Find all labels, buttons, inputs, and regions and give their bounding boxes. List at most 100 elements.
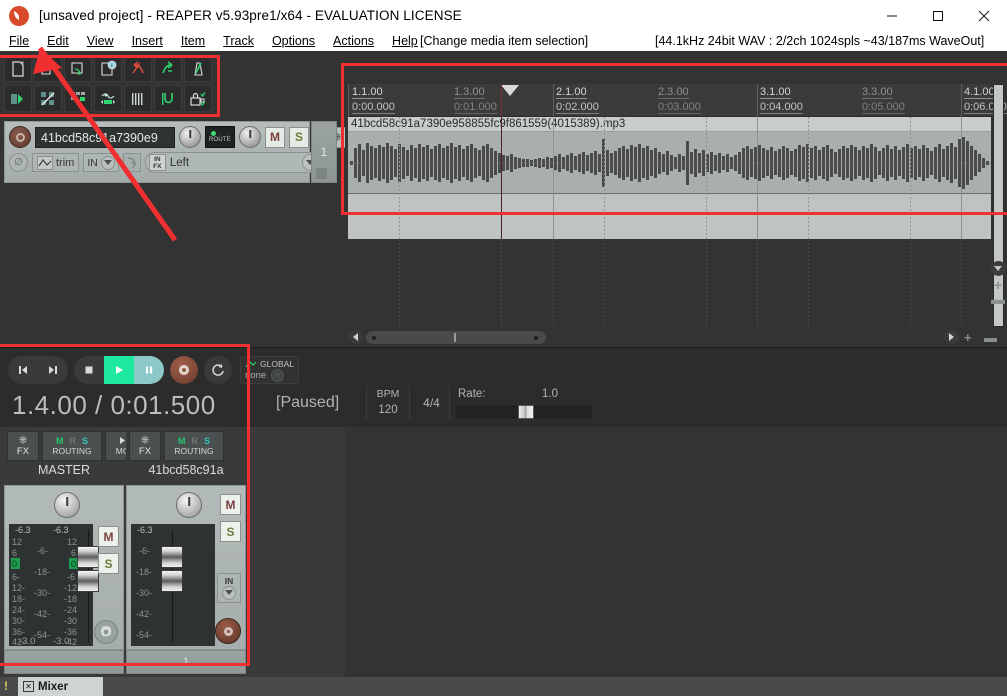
taskbar-item-mixer[interactable]: ✕ Mixer (18, 677, 103, 696)
chevron-down-icon[interactable] (271, 368, 285, 382)
rate-slider[interactable] (456, 405, 592, 419)
master-routing-button[interactable]: M R S ROUTING (42, 431, 102, 461)
zoom-in-icon[interactable]: + (994, 278, 1002, 292)
menu-item-track[interactable]: Track (214, 31, 263, 51)
track1-meter[interactable]: -6.3 -6- -18- -30- -42- -54- (131, 524, 215, 646)
menu-item-view[interactable]: View (78, 31, 123, 51)
master-fader-thumb-b[interactable] (77, 570, 99, 592)
go-to-end-button[interactable] (38, 356, 68, 384)
bpm-control[interactable]: BPM 120 (366, 386, 410, 420)
track1-fader-thumb-b[interactable] (161, 570, 183, 592)
master-meter[interactable]: -6.3 -6.3 12 6 0 6- 12- 18- 24- 30- 36- … (9, 524, 99, 647)
phase-invert-icon[interactable]: ∅ (9, 153, 28, 172)
grid-icon[interactable] (124, 85, 152, 112)
pan-knob-icon[interactable] (54, 492, 80, 518)
menu-item-actions[interactable]: Actions (324, 31, 383, 51)
repeat-button[interactable] (204, 356, 232, 384)
save-project-icon[interactable] (64, 55, 92, 82)
trim-control[interactable]: trim (32, 153, 80, 172)
pause-button[interactable] (134, 356, 164, 384)
track1-input-box[interactable]: IN (217, 573, 241, 603)
rate-slider-thumb[interactable] (518, 405, 534, 419)
timeline-ruler[interactable]: 1.1.00 0:00.000 1.3.00 0:01.000 2.1.00 0… (348, 84, 1007, 117)
input-fx-bar[interactable]: IN FX Left (144, 152, 323, 173)
scroll-right-icon[interactable] (944, 330, 959, 344)
mute-button[interactable]: M (265, 126, 285, 148)
scale-center-3: -42- (34, 609, 51, 619)
zoom-out-icon[interactable]: ▬ (984, 330, 997, 345)
minimize-button[interactable] (869, 0, 915, 31)
maximize-button[interactable] (915, 0, 961, 31)
scroll-down-icon[interactable] (990, 261, 1006, 276)
arrange-empty-area[interactable] (348, 239, 991, 327)
play-position-marker-icon[interactable] (501, 85, 519, 96)
menu-item-file[interactable]: File (0, 31, 38, 51)
redo-icon[interactable] (154, 55, 182, 82)
master-solo-button[interactable]: S (98, 553, 119, 574)
mixer-strip-name: 41bcd58c91a (148, 463, 224, 477)
master-routing-flags: M R S (56, 436, 88, 446)
close-button[interactable] (961, 0, 1007, 31)
track1-fader-thumb-a[interactable] (161, 546, 183, 568)
pan-knob-icon[interactable] (176, 492, 202, 518)
record-arm-icon[interactable] (215, 618, 241, 644)
master-mute-button[interactable]: M (98, 526, 119, 547)
global-automation-mode[interactable]: GLOBAL none (240, 356, 300, 384)
master-fx-button[interactable]: ⎈ FX (7, 431, 39, 461)
waveform-display[interactable] (348, 132, 991, 194)
rate-value[interactable]: 1.0 (542, 388, 558, 400)
master-fader-thumb-a[interactable] (77, 546, 99, 568)
record-button[interactable] (170, 356, 198, 384)
track-name-field[interactable]: 41bcd58c91a7390e9 (35, 126, 175, 148)
window-close-icon[interactable]: ✕ (23, 681, 34, 692)
scroll-left-icon[interactable] (348, 330, 363, 344)
zoom-in-icon[interactable]: + (964, 330, 972, 345)
menu-item-item[interactable]: Item (172, 31, 214, 51)
loop-icon[interactable] (154, 85, 182, 112)
track1-routing-button[interactable]: M R S ROUTING (164, 431, 224, 461)
track1-input-control[interactable]: IN (217, 573, 241, 605)
gear-icon[interactable] (94, 620, 118, 644)
menu-item-edit[interactable]: Edit (38, 31, 78, 51)
play-button[interactable] (104, 356, 134, 384)
lock-icon[interactable] (184, 85, 212, 112)
open-project-icon[interactable] (34, 55, 62, 82)
media-item-track-1[interactable]: 41bcd58c91a7390e958855fc9f861559(4015389… (348, 117, 991, 239)
menu-item-insert[interactable]: Insert (123, 31, 172, 51)
horizontal-scrollbar-thumb[interactable] (366, 331, 546, 344)
undo-icon[interactable] (124, 55, 152, 82)
grouping-icon[interactable] (64, 85, 92, 112)
mixer-strip-track-1[interactable]: ⎈ FX M R S ROUTING 41bcd58c91a -6.3 -6- … (126, 427, 246, 677)
routing-matrix-icon[interactable] (34, 85, 62, 112)
go-to-start-button[interactable] (8, 356, 38, 384)
volume-knob-icon[interactable] (179, 126, 201, 148)
track1-solo-button[interactable]: S (220, 521, 241, 542)
new-project-icon[interactable]: * (4, 55, 32, 82)
monitor-arrow-icon[interactable] (122, 153, 141, 172)
bpm-value[interactable]: 120 (367, 404, 409, 416)
pan-knob-icon[interactable] (239, 126, 261, 148)
automation-icon[interactable] (94, 85, 122, 112)
project-settings-icon[interactable]: i (94, 55, 122, 82)
ruler-bar-label: 1.3.00 (454, 86, 485, 99)
mixer-strip-master[interactable]: ⎈ FX M R S ROUTING MONO (4, 427, 153, 677)
tcp-track-1[interactable]: 41bcd58c91a7390e9 ROUTE M S FX ⎈ ∅ (4, 121, 347, 183)
solo-button[interactable]: S (289, 126, 309, 148)
transport-position-display[interactable]: 1.4.00 / 0:01.500 (12, 390, 216, 421)
track1-mute-button[interactable]: M (220, 494, 241, 515)
warning-indicator[interactable]: ! (4, 679, 8, 693)
time-signature[interactable]: 4/4 (414, 386, 450, 420)
chevron-down-icon[interactable] (222, 585, 236, 600)
envelope-icon[interactable] (4, 85, 32, 112)
record-arm-icon[interactable] (9, 126, 31, 148)
metronome-icon[interactable] (184, 55, 212, 82)
chevron-down-icon[interactable] (100, 155, 115, 170)
menu-item-options[interactable]: Options (263, 31, 324, 51)
power-icon[interactable]: ⎈ (19, 435, 28, 446)
track1-fx-button[interactable]: ⎈ FX (129, 431, 161, 461)
power-icon[interactable]: ⎈ (141, 435, 150, 446)
stop-button[interactable] (74, 356, 104, 384)
route-button[interactable]: ROUTE (205, 126, 235, 148)
zoom-out-icon[interactable]: ▬ (991, 292, 1005, 306)
input-select[interactable]: IN (83, 153, 119, 172)
